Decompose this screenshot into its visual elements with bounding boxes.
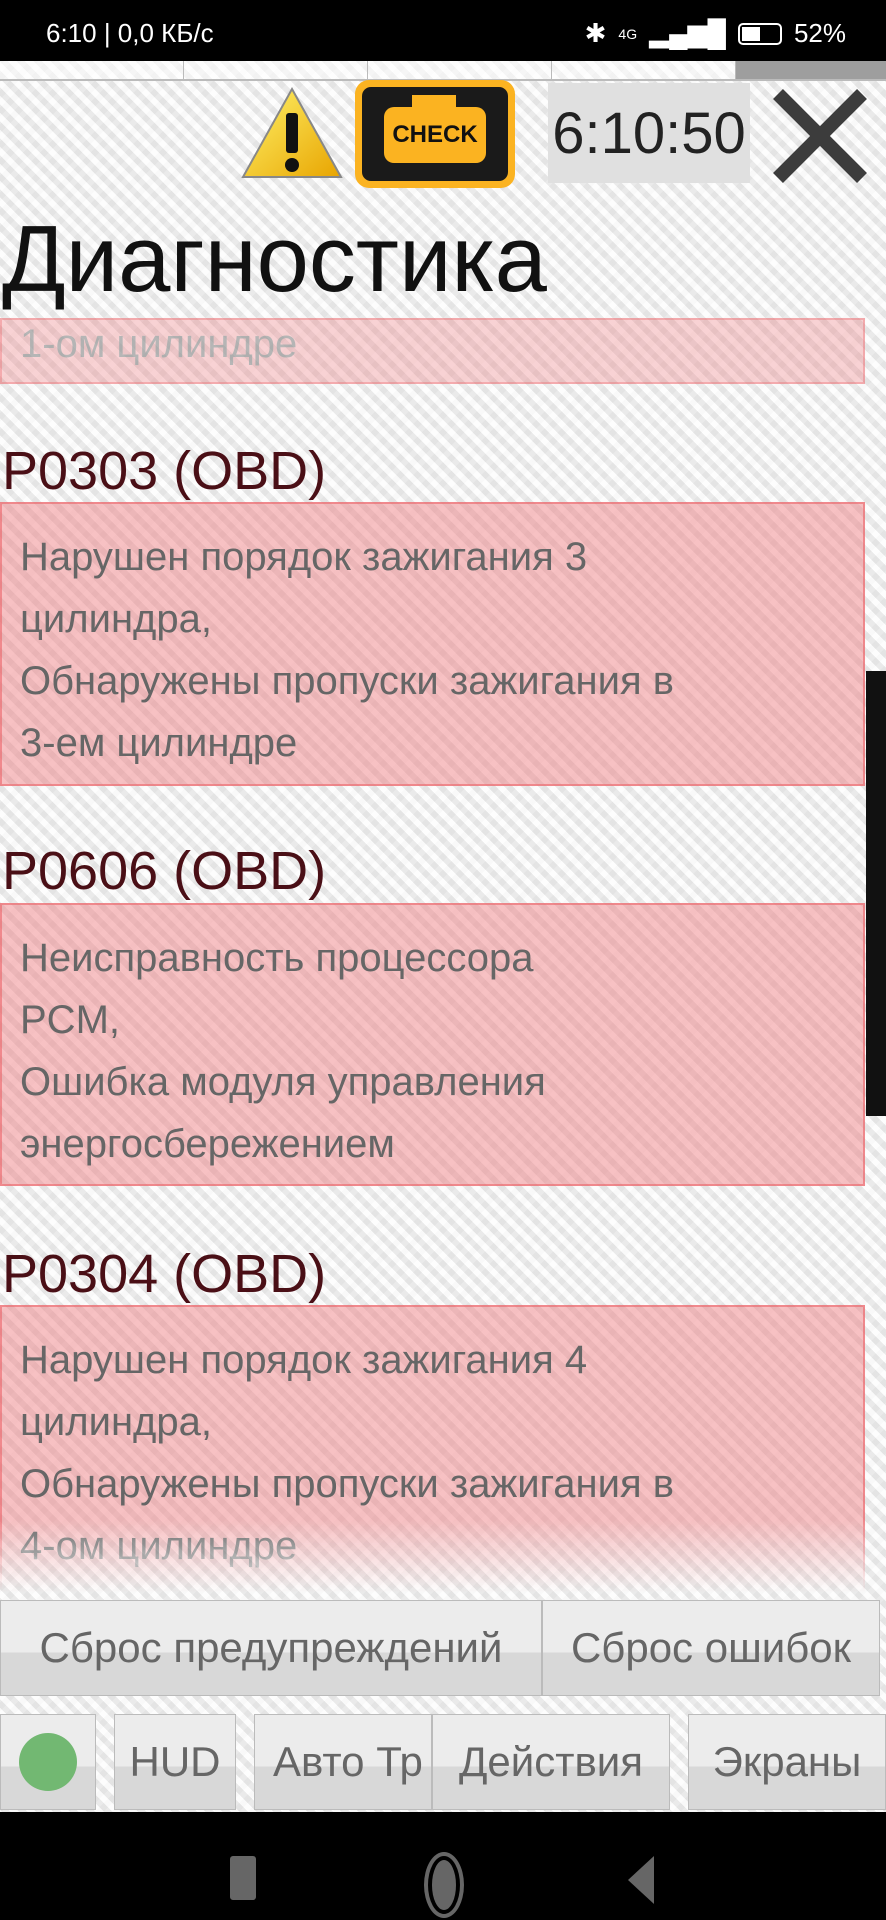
signal-icon: 4G: [618, 25, 638, 42]
error-code: P0303 (OBD): [2, 441, 327, 501]
error-code: P0304 (OBD): [2, 1244, 327, 1304]
status-dot-icon: [19, 1733, 77, 1791]
navigation-bar: [0, 1812, 886, 1920]
screen-tabs[interactable]: [0, 61, 886, 81]
reset-errors-button[interactable]: Сброс ошибок: [542, 1600, 880, 1696]
status-time-speed: 6:10 | 0,0 КБ/с: [46, 18, 214, 48]
error-code: P0606 (OBD): [2, 841, 327, 901]
battery-icon: [737, 22, 782, 45]
status-indicator-button[interactable]: [0, 1714, 96, 1810]
scrollbar[interactable]: [866, 671, 886, 1116]
auto-button[interactable]: Авто Тр: [254, 1714, 432, 1810]
warning-icon[interactable]: [240, 85, 345, 180]
close-icon[interactable]: [770, 88, 870, 183]
hud-button[interactable]: HUD: [114, 1714, 236, 1810]
status-bar: 6:10 | 0,0 КБ/с ✱ 4G ▂▄▆█ 52%: [0, 0, 886, 61]
recents-icon[interactable]: [230, 1856, 256, 1900]
error-description-partial: 1-ом цилиндре: [0, 318, 865, 384]
error-description[interactable]: Неисправность процессора PCM, Ошибка модул…: [0, 903, 865, 1186]
signal-bars-icon: ▂▄▆█: [649, 18, 726, 48]
home-icon[interactable]: [424, 1852, 464, 1918]
bluetooth-icon: ✱: [584, 18, 607, 48]
check-engine-icon[interactable]: CHECK: [355, 80, 515, 188]
actions-button[interactable]: Действия: [432, 1714, 670, 1810]
page-title: Диагностика: [2, 206, 547, 311]
error-description[interactable]: Нарушен порядок зажигания 4 цилиндра, Обна…: [0, 1305, 865, 1592]
error-description[interactable]: Нарушен порядок зажигания 3 цилиндра, Обна…: [0, 502, 865, 786]
screens-button[interactable]: Экраны: [688, 1714, 886, 1810]
reset-warnings-button[interactable]: Сброс предупреждений: [0, 1600, 542, 1696]
clock: 6:10:50: [548, 83, 750, 183]
battery-percent: 52%: [793, 18, 846, 48]
back-icon[interactable]: [626, 1854, 656, 1906]
